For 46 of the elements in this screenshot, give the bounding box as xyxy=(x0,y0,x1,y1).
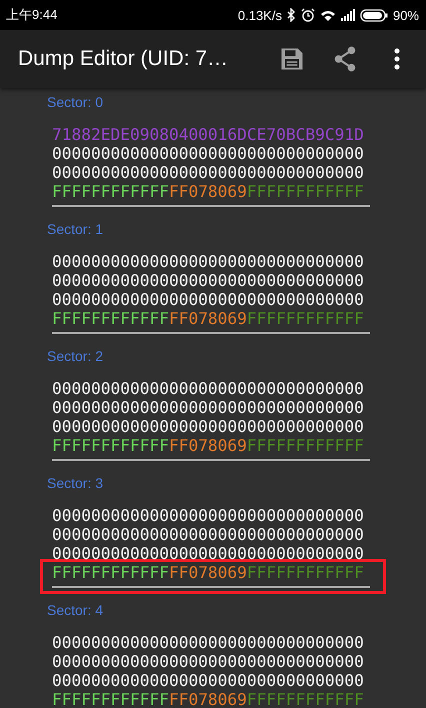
key-b-text: FFFFFFFFFFFF xyxy=(246,690,364,708)
more-options-icon[interactable] xyxy=(394,48,400,70)
share-icon[interactable] xyxy=(332,45,358,73)
key-b-text: FFFFFFFFFFFF xyxy=(246,563,364,582)
hex-line: 00000000000000000000000000000000 xyxy=(52,163,364,182)
hex-line: 00000000000000000000000000000000 xyxy=(52,252,364,271)
access-bits-text: FF078069 xyxy=(168,690,247,708)
key-b-text: FFFFFFFFFFFF xyxy=(246,436,364,455)
access-bits-text: FF078069 xyxy=(168,563,247,582)
access-bits-text: FF078069 xyxy=(168,309,247,328)
alarm-icon xyxy=(300,8,315,22)
access-bits-text: FF078069 xyxy=(168,182,247,201)
hex-line: 00000000000000000000000000000000 xyxy=(52,671,364,690)
hex-line: 00000000000000000000000000000000 xyxy=(52,525,364,544)
hex-line: 00000000000000000000000000000000 xyxy=(52,633,364,652)
sector-label: Sector: 3 xyxy=(47,475,104,492)
clock: 上午9:44 xyxy=(6,6,58,24)
sector-label: Sector: 1 xyxy=(47,221,104,238)
key-a-text: FFFFFFFFFFFF xyxy=(52,309,169,328)
hex-line: 00000000000000000000000000000000 xyxy=(52,271,364,290)
network-speed: 0.13K/s xyxy=(238,8,282,22)
battery-icon xyxy=(360,8,388,22)
signal-icon xyxy=(340,9,355,21)
hex-line: 00000000000000000000000000000000 xyxy=(52,290,364,309)
key-a-text: FFFFFFFFFFFF xyxy=(52,436,169,455)
bluetooth-icon xyxy=(286,8,296,22)
battery-percentage: 90% xyxy=(392,8,419,22)
hex-line: 00000000000000000000000000000000 xyxy=(52,506,364,525)
hex-line: 00000000000000000000000000000000 xyxy=(52,652,364,671)
hex-line: 71882EDE09080400016DCE70BCB9C91D xyxy=(52,125,364,144)
wifi-icon xyxy=(320,8,336,22)
sector-label: Sector: 2 xyxy=(47,348,104,365)
hex-line: 00000000000000000000000000000000 xyxy=(52,398,364,417)
sector-label: Sector: 0 xyxy=(47,94,104,111)
key-b-text: FFFFFFFFFFFF xyxy=(246,309,364,328)
hex-line: 00000000000000000000000000000000 xyxy=(52,544,364,563)
key-a-text: FFFFFFFFFFFF xyxy=(52,690,169,708)
key-b-text: FFFFFFFFFFFF xyxy=(246,182,364,201)
hex-line: 00000000000000000000000000000000 xyxy=(52,144,364,163)
sector-label: Sector: 4 xyxy=(47,602,104,619)
hex-line: 00000000000000000000000000000000 xyxy=(52,417,364,436)
key-a-text: FFFFFFFFFFFF xyxy=(52,182,169,201)
hex-line: 00000000000000000000000000000000 xyxy=(52,379,364,398)
screen-title: Dump Editor (UID: 7… xyxy=(18,47,230,71)
key-a-text: FFFFFFFFFFFF xyxy=(52,563,169,582)
access-bits-text: FF078069 xyxy=(168,436,247,455)
